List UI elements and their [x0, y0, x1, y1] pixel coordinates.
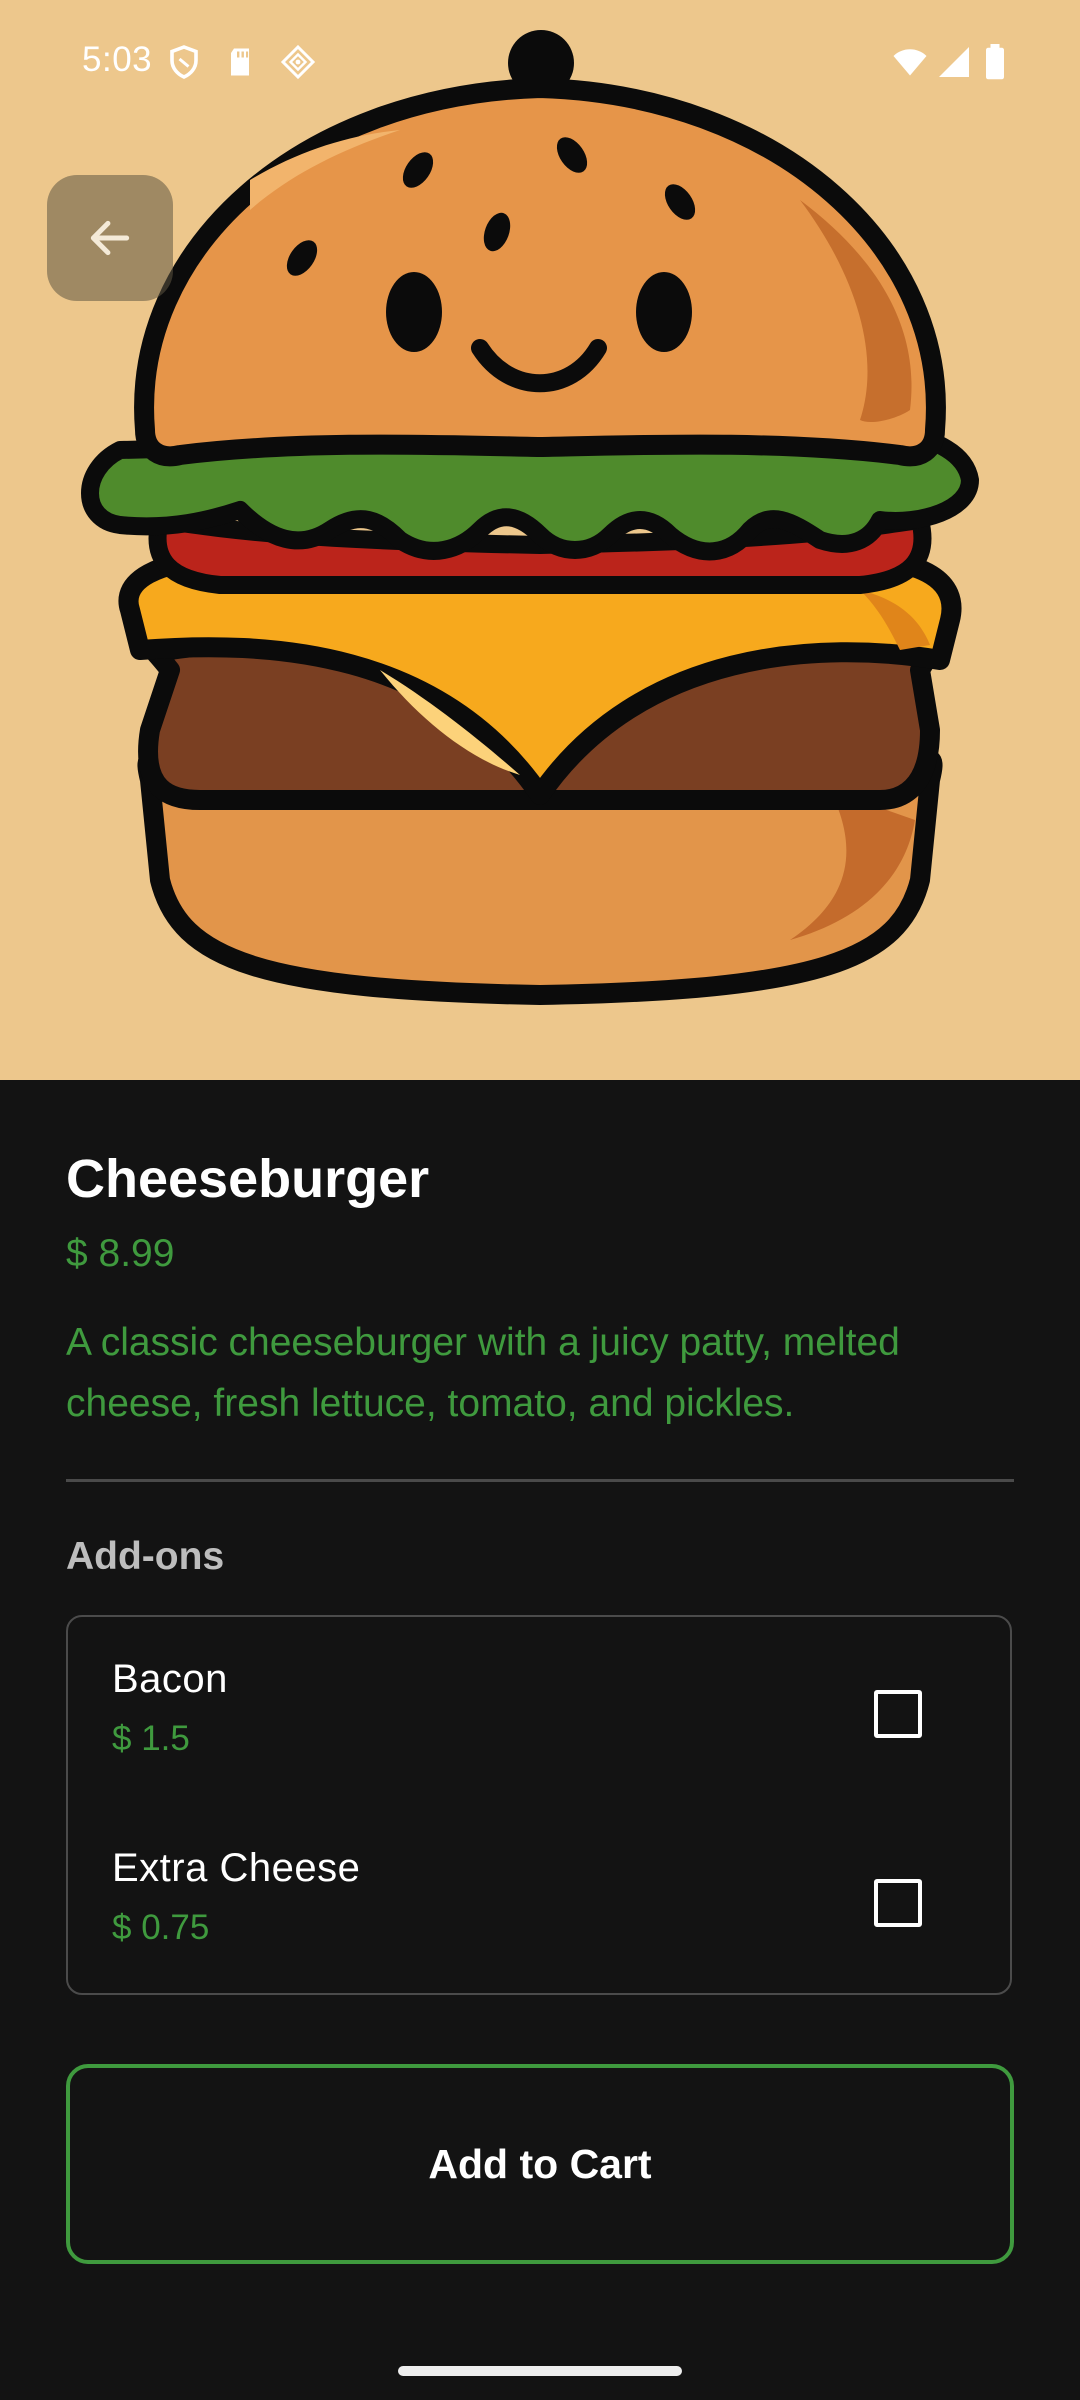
cheeseburger-illustration — [81, 78, 979, 1005]
arrow-left-icon — [90, 220, 130, 256]
sd-card-icon — [222, 44, 258, 80]
add-to-cart-button[interactable]: Add to Cart — [66, 2064, 1014, 2264]
divider — [66, 1479, 1014, 1482]
addon-name: Extra Cheese — [112, 1846, 361, 1890]
addons-list: Bacon $ 1.5 Extra Cheese $ 0.75 — [66, 1615, 1012, 1995]
addon-price: $ 0.75 — [112, 1908, 210, 1947]
signal-icon — [936, 44, 972, 80]
shield-icon — [166, 44, 202, 80]
camera-cutout — [508, 30, 574, 96]
addon-item-bacon[interactable]: Bacon $ 1.5 — [68, 1617, 1014, 1806]
addon-item-extra-cheese[interactable]: Extra Cheese $ 0.75 — [68, 1806, 1014, 1995]
status-time: 5:03 — [82, 40, 153, 79]
addon-price: $ 1.5 — [112, 1719, 190, 1758]
product-hero-image: 5:03 — [0, 0, 1080, 1080]
addons-section-title: Add-ons — [66, 1535, 225, 1578]
addon-name: Bacon — [112, 1657, 228, 1701]
status-bar: 5:03 — [0, 0, 1080, 128]
product-title: Cheeseburger — [66, 1149, 430, 1209]
product-price: $ 8.99 — [66, 1232, 175, 1275]
diamond-grid-icon — [280, 44, 316, 80]
product-description: A classic cheeseburger with a juicy patt… — [66, 1321, 900, 1425]
back-button[interactable] — [47, 175, 173, 301]
battery-icon — [982, 44, 1008, 80]
wifi-icon — [890, 44, 930, 80]
home-indicator[interactable] — [398, 2366, 682, 2376]
addon-checkbox-bacon[interactable] — [874, 1690, 922, 1738]
addon-checkbox-extra-cheese[interactable] — [874, 1879, 922, 1927]
